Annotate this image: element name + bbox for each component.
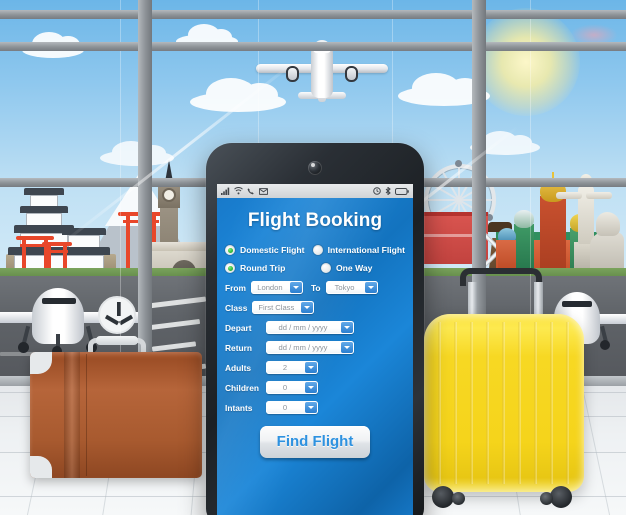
airline-logo	[98, 296, 136, 334]
radio-label: International Flight	[327, 245, 405, 255]
field-row-children: Children 0	[225, 381, 405, 394]
from-value: London	[257, 283, 283, 292]
suitcase-corner	[30, 456, 52, 478]
return-date-select[interactable]: dd / mm / yyyy	[266, 341, 354, 354]
clock-icon	[373, 187, 381, 195]
to-select[interactable]: Tokyo	[325, 281, 378, 294]
signal-bars-icon	[221, 187, 230, 195]
chevron-down-icon[interactable]	[364, 282, 377, 293]
brown-suitcase[interactable]	[30, 336, 202, 482]
radio-label: One Way	[336, 263, 373, 273]
chevron-down-icon[interactable]	[341, 322, 353, 333]
field-row-return: Return dd / mm / yyyy	[225, 341, 405, 354]
radio-row-trip-type: Round Trip One Way	[225, 263, 405, 273]
sun-icon	[472, 8, 580, 116]
children-select[interactable]: 0	[266, 381, 318, 394]
class-value: First Class	[258, 303, 295, 312]
chevron-down-icon[interactable]	[301, 302, 314, 313]
window-frame-horizontal	[0, 42, 626, 51]
infants-label: Intants	[225, 402, 253, 413]
battery-icon	[395, 187, 409, 195]
call-icon	[247, 188, 254, 195]
adults-label: Adults	[225, 362, 252, 373]
window-frame-vertical	[138, 0, 152, 392]
suitcase-corner	[30, 352, 52, 374]
radio-dot-selected-icon[interactable]	[225, 263, 235, 273]
suitcase-strap	[64, 352, 80, 478]
radio-label: Domestic Flight	[240, 245, 305, 255]
infants-select[interactable]: 0	[266, 401, 318, 414]
depart-label: Depart	[225, 322, 252, 333]
field-row-infants: Intants 0	[225, 401, 405, 414]
radio-dot-selected-icon[interactable]	[225, 245, 235, 255]
radio-dot-icon[interactable]	[312, 245, 323, 255]
return-date-value: dd / mm / yyyy	[278, 343, 328, 352]
suitcase-wheel	[432, 486, 454, 508]
depart-date-value: dd / mm / yyyy	[278, 323, 328, 332]
infants-value: 0	[282, 403, 288, 412]
mail-icon	[259, 187, 268, 195]
trip-options-group: Domestic Flight International Flight Rou…	[217, 245, 413, 273]
window-glass-seam	[120, 0, 121, 382]
from-label: From	[225, 282, 246, 293]
to-value: Tokyo	[334, 283, 355, 292]
field-row-from-to: From London To Tokyo	[225, 281, 405, 294]
radio-label: Round Trip	[240, 263, 286, 273]
radio-option-domestic-flight[interactable]: Domestic Flight	[225, 245, 313, 255]
class-label: Class	[225, 302, 248, 313]
adults-select[interactable]: 2	[266, 361, 318, 374]
suitcase-body	[30, 352, 202, 478]
find-flight-button[interactable]: Find Flight	[259, 426, 371, 458]
bluetooth-icon	[385, 187, 391, 195]
suitcase-shell	[424, 314, 584, 492]
booking-form: From London To Tokyo Class First Class D…	[217, 281, 413, 414]
suitcase-wheel	[452, 492, 465, 505]
to-label: To	[310, 282, 321, 293]
chevron-down-icon[interactable]	[289, 282, 302, 293]
chevron-down-icon[interactable]	[305, 402, 317, 413]
airport-flight-booking-scene: Flight Booking Domestic Flight Internati…	[0, 0, 626, 515]
smartphone: Flight Booking Domestic Flight Internati…	[206, 143, 424, 515]
page-title: Flight Booking	[247, 210, 383, 231]
radio-option-international-flight[interactable]: International Flight	[312, 245, 405, 255]
children-value: 0	[282, 383, 288, 392]
field-row-adults: Adults 2	[225, 361, 405, 374]
from-select[interactable]: London	[250, 281, 303, 294]
chevron-down-icon[interactable]	[305, 382, 317, 393]
children-label: Children	[225, 382, 259, 393]
radio-row-flight-type: Domestic Flight International Flight	[225, 245, 405, 255]
phone-screen: Flight Booking Domestic Flight Internati…	[217, 184, 413, 515]
suitcase-handle-grip	[96, 336, 138, 345]
chevron-down-icon[interactable]	[305, 362, 317, 373]
suitcase-seam	[86, 354, 87, 476]
suitcase-wheel	[540, 492, 553, 505]
status-bar	[217, 184, 413, 198]
window-frame-horizontal	[0, 10, 626, 19]
adults-value: 2	[282, 363, 288, 372]
radio-option-one-way[interactable]: One Way	[321, 263, 372, 273]
front-camera-icon	[308, 161, 322, 175]
suitcase-wheel	[550, 486, 572, 508]
radio-dot-icon[interactable]	[321, 263, 331, 273]
radio-option-round-trip[interactable]: Round Trip	[225, 263, 321, 273]
submit-area: Find Flight	[217, 426, 413, 458]
chevron-down-icon[interactable]	[341, 342, 353, 353]
class-select[interactable]: First Class	[252, 301, 315, 314]
return-label: Return	[225, 342, 252, 353]
yellow-rolling-suitcase[interactable]	[424, 268, 584, 515]
wifi-icon	[234, 187, 243, 195]
field-row-depart: Depart dd / mm / yyyy	[225, 321, 405, 334]
depart-date-select[interactable]: dd / mm / yyyy	[266, 321, 354, 334]
field-row-class: Class First Class	[225, 301, 405, 314]
